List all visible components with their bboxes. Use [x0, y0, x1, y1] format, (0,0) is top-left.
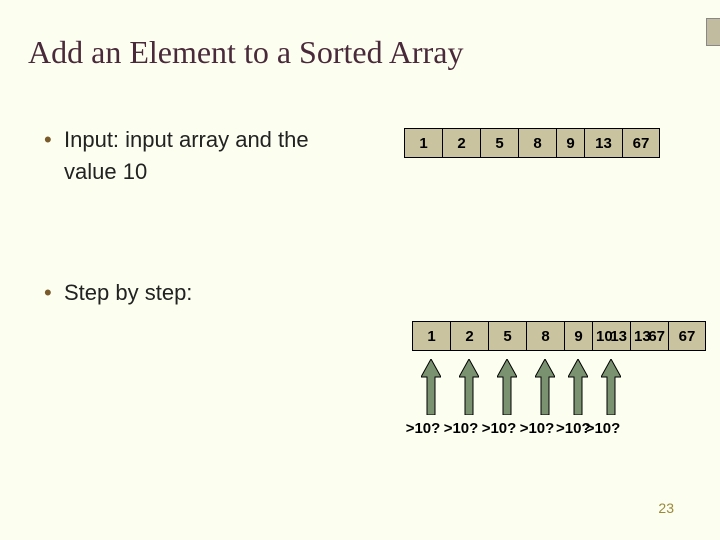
bullet-dot-icon: • — [44, 124, 64, 156]
array-cell: 9 — [564, 321, 592, 351]
array-cell: 2 — [442, 128, 480, 158]
gt-label: >10? — [556, 420, 584, 437]
gt-label: >10? — [518, 420, 556, 437]
cell-new-value: 67 — [648, 328, 665, 345]
array-cell: 67 — [622, 128, 660, 158]
up-arrow-icon — [601, 359, 621, 415]
array-cell: 8 — [518, 128, 556, 158]
page-title: Add an Element to a Sorted Array — [28, 34, 463, 71]
input-array: 1 2 5 8 9 13 67 — [404, 128, 660, 158]
page-number: 23 — [658, 500, 674, 516]
up-arrow-icon — [497, 359, 517, 415]
comparison-labels: >10? >10? >10? >10? >10? >10? — [404, 420, 622, 437]
up-arrow-icon — [535, 359, 555, 415]
up-arrow-icon — [421, 359, 441, 415]
array-cell: 2 — [450, 321, 488, 351]
arrow-slot — [526, 359, 564, 415]
up-arrow-icon — [459, 359, 479, 415]
arrow-slot — [488, 359, 526, 415]
bullet-dot-icon: • — [44, 280, 64, 306]
array-cell: 1 — [404, 128, 442, 158]
arrow-slot — [412, 359, 450, 415]
array-cell: 5 — [488, 321, 526, 351]
arrow-slot — [450, 359, 488, 415]
array-cell: 9 — [556, 128, 584, 158]
bullet-step-text: Step by step: — [64, 280, 192, 305]
arrow-slot — [564, 359, 592, 415]
bullet-input: •Input: input array and the value 10 — [44, 124, 364, 188]
gt-label: >10? — [442, 420, 480, 437]
arrows-row — [412, 359, 630, 415]
array-cell: 10 13 — [592, 321, 630, 351]
arrow-slot — [592, 359, 630, 415]
bullet-input-line2: value 10 — [64, 159, 147, 184]
cell-new-value: 13 — [610, 328, 627, 345]
array-cell: 8 — [526, 321, 564, 351]
array-cell: 13 67 — [630, 321, 668, 351]
gt-label: >10? — [480, 420, 518, 437]
array-cell: 5 — [480, 128, 518, 158]
bullet-step: •Step by step: — [44, 280, 192, 306]
gt-label: >10? — [584, 420, 622, 437]
array-cell: 67 — [668, 321, 706, 351]
array-cell: 1 — [412, 321, 450, 351]
bullet-input-line1: Input: input array and the — [64, 127, 309, 152]
corner-decor — [706, 18, 720, 46]
array-cell: 13 — [584, 128, 622, 158]
step-array: 1 2 5 8 9 10 13 13 67 67 — [412, 321, 706, 351]
up-arrow-icon — [568, 359, 588, 415]
gt-label: >10? — [404, 420, 442, 437]
